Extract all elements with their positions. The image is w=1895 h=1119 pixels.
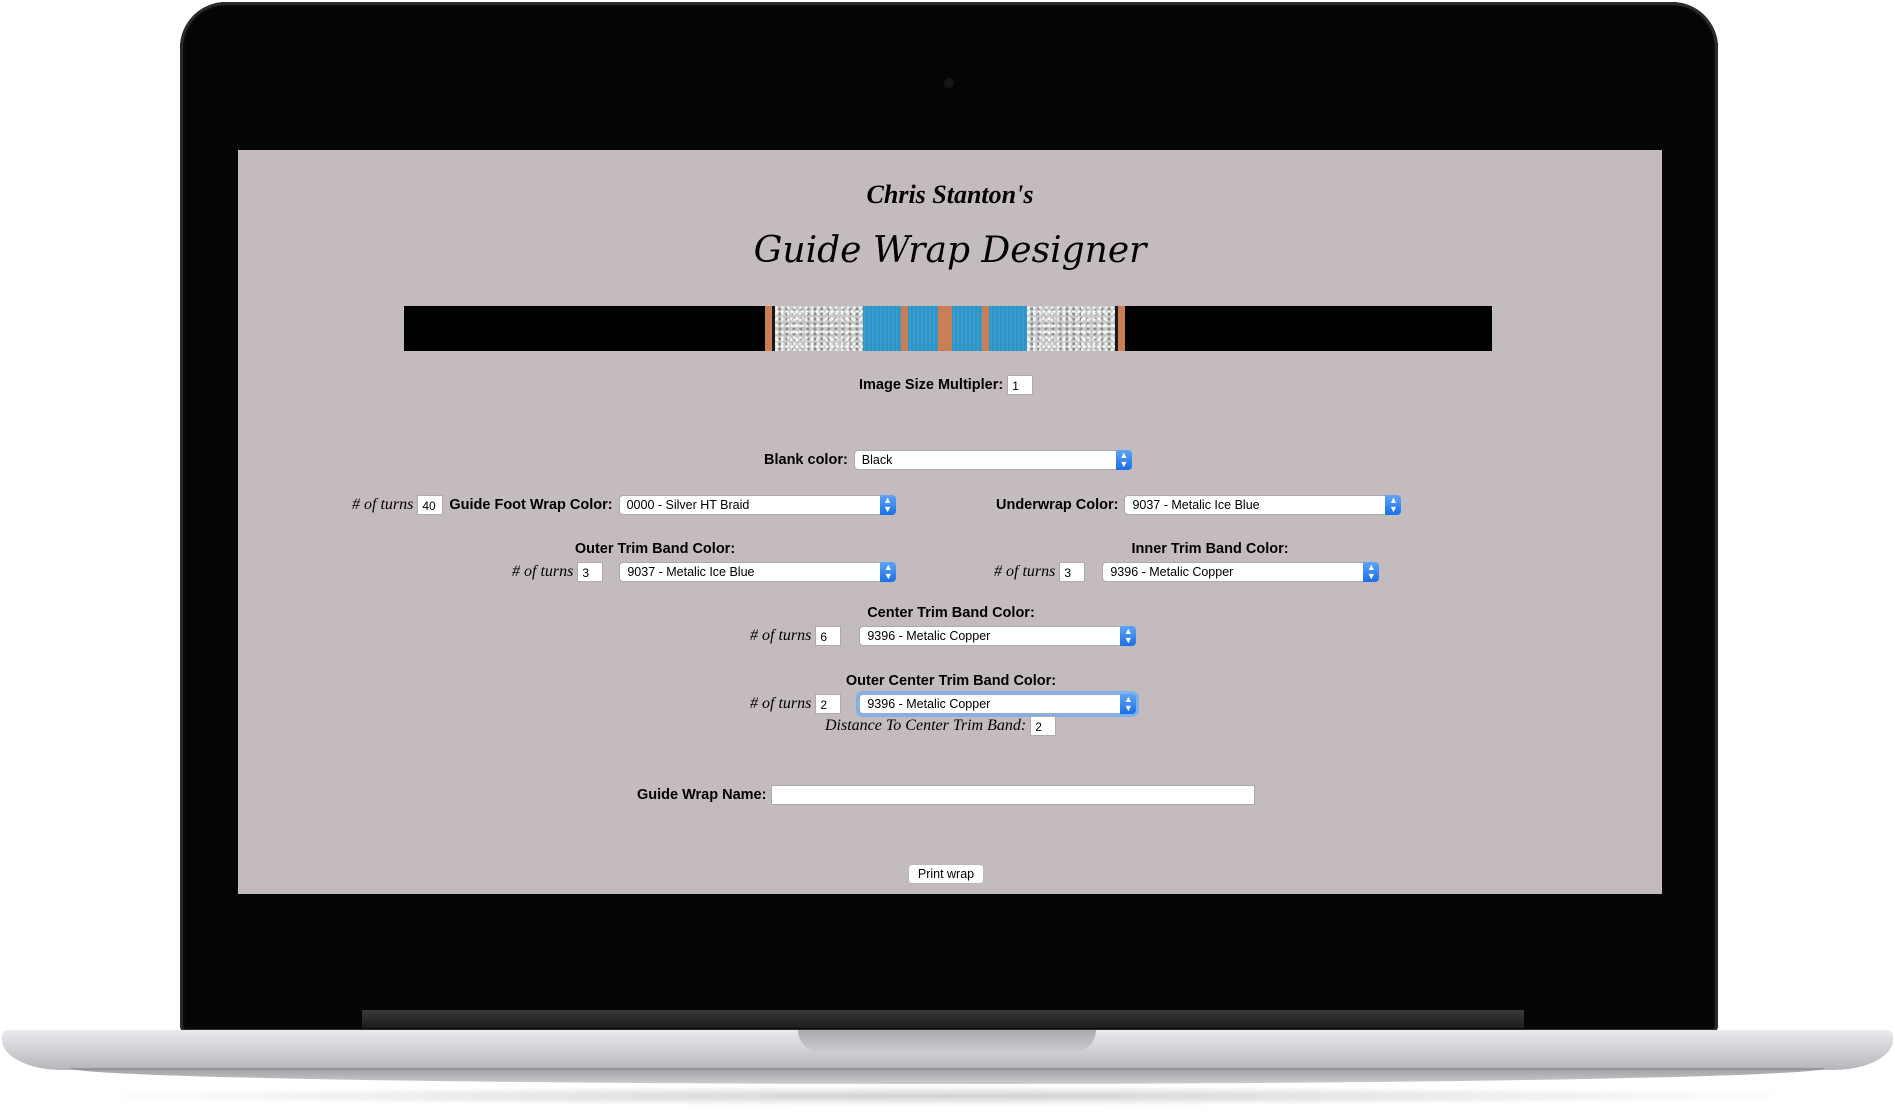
image-size-row: Image Size Multipler: 1 <box>859 375 1034 395</box>
blank-color-select[interactable]: Black ▲ ▼ <box>853 450 1132 470</box>
laptop-hinge <box>362 1010 1524 1028</box>
laptop-notch <box>798 1030 1096 1052</box>
outer-trim-label: Outer Trim Band Color: <box>574 541 736 557</box>
distance-label: Distance To Center Trim Band: <box>825 717 1027 734</box>
blank-color-row: Blank color: Black ▲ ▼ <box>764 450 1132 470</box>
foot-wrap-value: 0000 - Silver HT Braid <box>626 498 750 512</box>
inner-trim-row: # of turns 3 9396 - Metalic Copper ▲ ▼ <box>994 562 1380 582</box>
inner-trim-value: 9396 - Metalic Copper <box>1110 565 1234 579</box>
wrap-name-label: Guide Wrap Name: <box>637 787 767 803</box>
wrap-blank-right <box>1125 306 1492 351</box>
print-wrap-button[interactable]: Print wrap <box>908 864 984 884</box>
outer-center-trim-value: 9396 - Metalic Copper <box>867 697 991 711</box>
image-size-label: Image Size Multipler: <box>859 377 1004 393</box>
wrap-foot-right <box>1027 306 1115 351</box>
foot-wrap-turns-input[interactable]: 40 <box>417 495 444 515</box>
chevron-updown-icon: ▲ ▼ <box>880 562 897 582</box>
blank-color-label: Blank color: <box>764 452 848 468</box>
outer-trim-row: # of turns 3 9037 - Metalic Ice Blue ▲ ▼ <box>512 562 897 582</box>
foot-wrap-row: # of turns 40 Guide Foot Wrap Color: 000… <box>352 495 896 515</box>
wrap-preview <box>404 306 1492 351</box>
wrap-underwrap <box>989 306 1027 351</box>
wrap-name-row: Guide Wrap Name: <box>637 785 1256 805</box>
outer-center-trim-turns-input[interactable]: 2 <box>815 694 842 714</box>
inner-trim-turns-label: # of turns <box>994 563 1056 580</box>
underwrap-label: Underwrap Color: <box>996 497 1119 513</box>
wrap-underwrap <box>908 306 938 351</box>
center-trim-turns-input[interactable]: 6 <box>815 626 842 646</box>
wrap-trim-band <box>765 306 772 351</box>
foot-wrap-turns-label: # of turns <box>352 496 414 513</box>
center-trim-value: 9396 - Metalic Copper <box>867 629 991 643</box>
outer-trim-turns-label: # of turns <box>512 563 574 580</box>
underwrap-select[interactable]: 9037 - Metalic Ice Blue ▲ ▼ <box>1124 495 1402 515</box>
outer-center-trim-select[interactable]: 9396 - Metalic Copper ▲ ▼ <box>859 694 1137 714</box>
chevron-updown-icon: ▲ ▼ <box>1120 626 1137 646</box>
foot-wrap-select[interactable]: 0000 - Silver HT Braid ▲ ▼ <box>618 495 896 515</box>
inner-trim-turns-input[interactable]: 3 <box>1059 562 1086 582</box>
wrap-trim-band <box>982 306 989 351</box>
wrap-foot-left <box>775 306 863 351</box>
wrap-underwrap <box>952 306 982 351</box>
outer-center-trim-turns-label: # of turns <box>750 695 812 712</box>
image-size-input[interactable]: 1 <box>1007 375 1034 395</box>
outer-center-trim-label: Outer Center Trim Band Color: <box>845 673 1057 689</box>
distance-row: Distance To Center Trim Band: 2 <box>825 716 1057 736</box>
distance-input[interactable]: 2 <box>1030 716 1057 736</box>
inner-trim-select[interactable]: 9396 - Metalic Copper ▲ ▼ <box>1102 562 1380 582</box>
page-subtitle: Chris Stanton's <box>866 180 1034 209</box>
outer-trim-turns-input[interactable]: 3 <box>577 562 604 582</box>
outer-trim-select[interactable]: 9037 - Metalic Ice Blue ▲ ▼ <box>619 562 897 582</box>
center-trim-row: # of turns 6 9396 - Metalic Copper ▲ ▼ <box>750 626 1137 646</box>
laptop-shadow <box>70 1086 1825 1106</box>
center-trim-label: Center Trim Band Color: <box>867 605 1035 621</box>
wrap-underwrap <box>863 306 901 351</box>
chevron-updown-icon: ▲ ▼ <box>1385 495 1402 515</box>
wrap-center-trim <box>938 306 952 351</box>
page-title: Guide Wrap Designer <box>753 230 1147 271</box>
wrap-blank-left <box>404 306 765 351</box>
center-trim-select[interactable]: 9396 - Metalic Copper ▲ ▼ <box>859 626 1137 646</box>
underwrap-value: 9037 - Metalic Ice Blue <box>1132 498 1260 512</box>
blank-color-value: Black <box>861 453 893 467</box>
center-trim-turns-label: # of turns <box>750 627 812 644</box>
app-screen: Chris Stanton's Guide Wrap Designer Imag… <box>238 150 1662 894</box>
inner-trim-label: Inner Trim Band Color: <box>1131 541 1289 557</box>
underwrap-row: Underwrap Color: 9037 - Metalic Ice Blue… <box>996 495 1402 515</box>
chevron-updown-icon: ▲ ▼ <box>1115 450 1132 470</box>
outer-center-trim-row: # of turns 2 9396 - Metalic Copper ▲ ▼ <box>750 694 1137 714</box>
outer-trim-value: 9037 - Metalic Ice Blue <box>627 565 755 579</box>
chevron-updown-icon: ▲ ▼ <box>1363 562 1380 582</box>
camera-icon <box>944 78 954 88</box>
chevron-updown-icon: ▲ ▼ <box>1120 694 1137 714</box>
wrap-name-input[interactable] <box>771 785 1256 805</box>
foot-wrap-label: Guide Foot Wrap Color: <box>449 497 613 513</box>
chevron-updown-icon: ▲ ▼ <box>879 495 896 515</box>
wrap-trim-band <box>1118 306 1125 351</box>
laptop-base-edge <box>70 1068 1825 1084</box>
wrap-trim-band <box>901 306 908 351</box>
